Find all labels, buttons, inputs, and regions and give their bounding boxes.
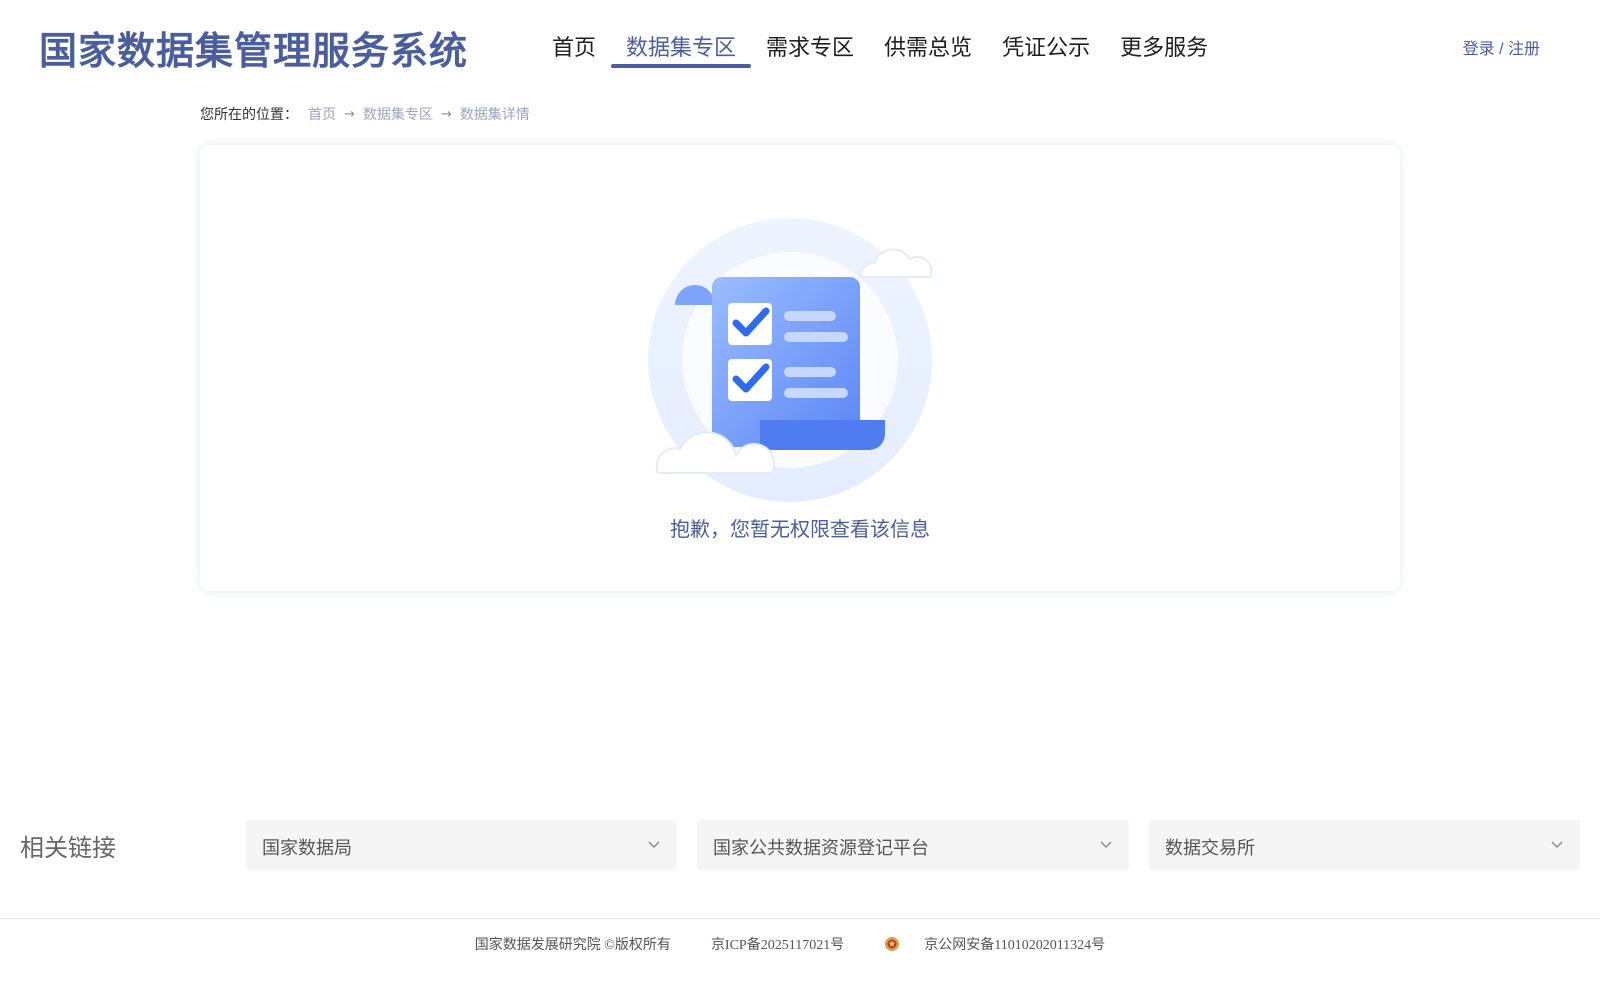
related-links-title: 相关链接 [20,834,116,862]
breadcrumb: 您所在的位置： 首页 → 数据集专区 → 数据集详情 [200,104,530,124]
select-value: 国家公共数据资源登记平台 [713,838,929,859]
footer-icp-link[interactable]: 京ICP备2025117021号 [711,934,844,954]
police-badge-icon [885,937,900,951]
arrow-right-icon: → [344,106,355,122]
arrow-right-icon: → [440,106,452,122]
select-value: 国家数据局 [262,838,352,859]
breadcrumb-datasets[interactable]: 数据集专区 [363,104,433,124]
footer-copyright: 国家数据发展研究院 ©版权所有 [474,938,671,953]
nav-item-datasets[interactable]: 数据集专区 [611,24,752,68]
related-link-select-3[interactable]: 数据交易所 [1149,820,1580,870]
nav-item-demands[interactable]: 需求专区 [751,24,869,68]
breadcrumb-label: 您所在的位置： [200,107,298,123]
related-link-select-1[interactable]: 国家数据局 [246,820,677,870]
footer-police-text: 京公网安备11010202011324号 [924,938,1106,953]
nav-item-more-services[interactable]: 更多服务 [1105,24,1223,68]
site-logo[interactable]: 国家数据集管理服务系统 [39,20,468,75]
content-card: 抱歉，您暂无权限查看该信息 [200,145,1400,591]
footer: 国家数据发展研究院 ©版权所有 京ICP备2025117021号 京公网安备11… [0,934,1600,954]
login-register-link[interactable]: 登录 / 注册 [1463,35,1540,59]
header: 国家数据集管理服务系统 首页 数据集专区 需求专区 供需总览 凭证公示 更多服务… [0,0,1600,92]
nav-item-home[interactable]: 首页 [540,24,611,68]
nav-item-overview[interactable]: 供需总览 [869,24,987,68]
chevron-down-icon [1100,841,1112,848]
select-value: 数据交易所 [1165,838,1255,859]
nav-item-credentials[interactable]: 凭证公示 [987,24,1105,68]
chevron-down-icon [648,841,660,848]
no-permission-message: 抱歉，您暂无权限查看该信息 [670,517,930,541]
no-permission-document-icon [640,215,940,505]
breadcrumb-home[interactable]: 首页 [308,104,336,124]
related-link-select-2[interactable]: 国家公共数据资源登记平台 [697,820,1129,870]
footer-divider [0,918,1600,919]
main-nav: 首页 数据集专区 需求专区 供需总览 凭证公示 更多服务 [540,24,1223,68]
chevron-down-icon [1551,841,1563,848]
breadcrumb-current: 数据集详情 [459,107,530,123]
footer-police-link[interactable]: 京公网安备11010202011324号 [884,934,1125,954]
